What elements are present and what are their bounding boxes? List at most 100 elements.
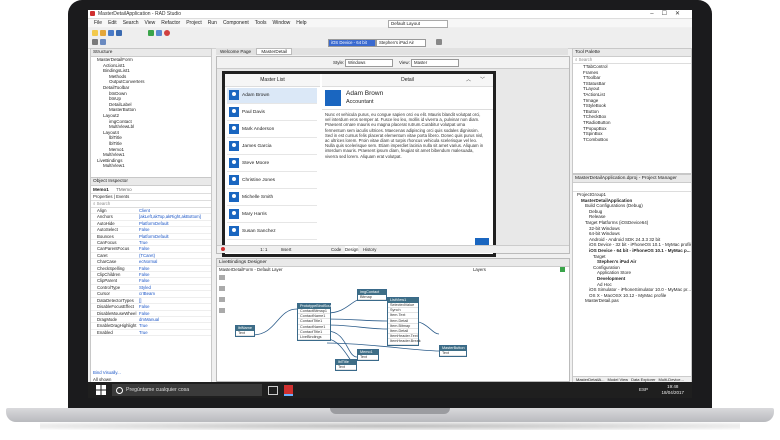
binding-member[interactable]: Text: [440, 351, 466, 357]
bind-visually-link[interactable]: Bind Visually...: [93, 370, 121, 375]
binding-member[interactable]: Text: [336, 365, 356, 371]
property-value[interactable]: False: [139, 266, 150, 271]
selected-component[interactable]: Memo1: [93, 187, 109, 192]
structure-tree[interactable]: MasterDetailForm ActionList1 BindingsList1…: [91, 57, 211, 169]
pause-icon[interactable]: [156, 30, 162, 36]
menu-item[interactable]: Edit: [108, 20, 117, 26]
tab-properties[interactable]: Properties: [93, 194, 113, 199]
binding-member[interactable]: ItemHeader.Break: [388, 339, 421, 345]
project-tree[interactable]: ProjectGroup1 MasterDetailApplication Buil…: [573, 192, 691, 304]
property-value[interactable]: (TCaret): [139, 253, 155, 258]
tab-form[interactable]: MasterDetail: [256, 48, 293, 55]
property-value[interactable]: True: [139, 323, 148, 328]
property-value[interactable]: Client: [139, 208, 150, 213]
style-combo[interactable]: Windows: [345, 59, 393, 67]
palette-item[interactable]: TComboBox: [583, 137, 691, 143]
tab-events[interactable]: Events: [116, 194, 129, 199]
binding-node-memo[interactable]: Memo1 Text: [357, 349, 379, 362]
clock[interactable]: 19:48 18/04/2017: [661, 384, 684, 395]
property-value[interactable]: False: [139, 304, 150, 309]
property-value[interactable]: False: [139, 227, 150, 232]
contact-list-item[interactable]: Christine Jones: [227, 173, 317, 189]
menu-item[interactable]: View: [145, 20, 156, 26]
property-value[interactable]: True: [139, 240, 148, 245]
property-value[interactable]: []: [139, 298, 141, 303]
project-node[interactable]: iOS Device - 64 bit - iPhoneOS 10.1 - My…: [577, 248, 691, 254]
palette-search[interactable]: ⌕ Search: [573, 57, 691, 64]
inspector-search[interactable]: ⌕ Search: [91, 201, 211, 208]
run-icon[interactable]: [148, 30, 154, 36]
new-icon[interactable]: [92, 30, 98, 36]
contact-list-item[interactable]: James Garcia: [227, 139, 317, 155]
menu-item[interactable]: Window: [272, 20, 290, 26]
tab-code[interactable]: Code: [331, 246, 341, 253]
property-value[interactable]: False: [139, 246, 150, 251]
tab-history[interactable]: History: [363, 246, 376, 253]
menu-item[interactable]: Help: [296, 20, 306, 26]
property-value[interactable]: Styled: [139, 285, 151, 290]
detail-memo[interactable]: Nunc et vehicula purus, eu congue sapien…: [325, 112, 485, 232]
menu-item[interactable]: Refactor: [161, 20, 180, 26]
binding-member[interactable]: Text: [236, 331, 254, 337]
taskview-icon[interactable]: [268, 386, 278, 395]
menu-item[interactable]: File: [94, 20, 102, 26]
lang-indicator[interactable]: ESP: [639, 387, 648, 392]
property-value[interactable]: False: [139, 272, 150, 277]
property-value[interactable]: True: [139, 330, 148, 335]
device-combo[interactable]: Stephen's iPad Air: [376, 39, 426, 47]
settings-icon[interactable]: [436, 39, 442, 45]
structure-node[interactable]: MultiView1: [97, 163, 211, 169]
taskbar-app-icon[interactable]: [284, 385, 293, 396]
binding-node-label[interactable]: lblName Text: [235, 325, 255, 338]
property-value[interactable]: crIBeam: [139, 291, 155, 296]
step-icon[interactable]: [100, 39, 106, 45]
contact-list-item[interactable]: Michelle Smith: [227, 190, 317, 206]
palette-list[interactable]: TTabControl Frames TToolbar TStatusBar TLayo…: [573, 64, 691, 142]
binding-node-image[interactable]: imgContact Bitmap: [357, 289, 387, 302]
property-value[interactable]: False: [139, 311, 150, 316]
contact-list-item[interactable]: Adam Brown: [227, 88, 317, 104]
tab-design[interactable]: Design: [345, 246, 359, 253]
open-icon[interactable]: [100, 30, 106, 36]
property-value[interactable]: PlatformDefault: [139, 221, 169, 226]
binding-node-proto[interactable]: PrototypeBindSource1 ContactBitmap1 Contac…: [297, 303, 338, 342]
contact-list-item[interactable]: Mary Harris: [227, 207, 317, 223]
menu-item[interactable]: Project: [186, 20, 202, 26]
save-icon[interactable]: [108, 30, 114, 36]
binding-node-list[interactable]: ListView1 SelectedValue Synch Item.Text Item…: [387, 297, 421, 346]
binding-member[interactable]: Bitmap: [358, 295, 386, 301]
contact-list-item[interactable]: Paul Davis: [227, 105, 317, 121]
binding-node-btn[interactable]: MasterButton Text: [439, 345, 467, 358]
window-controls[interactable]: –☐✕: [650, 10, 688, 17]
property-value[interactable]: [akLeft,akTop,akRight,akBottom]: [139, 214, 201, 219]
layout-select[interactable]: Default Layout: [388, 20, 448, 28]
property-value[interactable]: dmManual: [139, 317, 159, 322]
tab-welcome[interactable]: Welcome Page: [216, 49, 255, 54]
view-combo[interactable]: Master: [411, 59, 459, 67]
chevron-down-icon[interactable]: ﹀: [480, 74, 485, 86]
build-icon[interactable]: [92, 39, 98, 45]
binding-member[interactable]: LiveBindings: [298, 335, 330, 341]
binding-member[interactable]: Text: [358, 355, 378, 361]
menu-item[interactable]: Tools: [255, 20, 267, 26]
binding-node-title[interactable]: lblTitle Text: [335, 359, 357, 372]
project-node[interactable]: iOS Simulator - iPhoneSimulator 10.0 - M…: [577, 287, 691, 293]
menu-item[interactable]: Run: [208, 20, 217, 26]
menu-item[interactable]: Component: [223, 20, 249, 26]
chevron-up-icon[interactable]: ︿: [466, 74, 471, 86]
project-node[interactable]: MasterDetail.pas: [577, 298, 691, 304]
property-value[interactable]: False: [139, 278, 150, 283]
property-grid[interactable]: Align Client Anchors [akLeft,akTop,akRight,…: [91, 208, 211, 337]
platform-combo[interactable]: iOS Device - 64 bit: [328, 39, 376, 47]
taskbar-search[interactable]: Pregúntame cualquier cosa: [112, 384, 262, 396]
stop-icon[interactable]: [164, 30, 170, 36]
property-value[interactable]: PlatformDefault: [139, 234, 169, 239]
save-all-icon[interactable]: [116, 30, 122, 36]
contact-list-item[interactable]: Mark Anderson: [227, 122, 317, 138]
contact-list-item[interactable]: Susan Sanchez: [227, 224, 317, 240]
property-row[interactable]: Enabled True: [91, 330, 211, 337]
windows-start-icon[interactable]: [96, 385, 106, 395]
contact-list-item[interactable]: Steve Moore: [227, 156, 317, 172]
menu-item[interactable]: Search: [123, 20, 139, 26]
property-value[interactable]: ecNormal: [139, 259, 157, 264]
